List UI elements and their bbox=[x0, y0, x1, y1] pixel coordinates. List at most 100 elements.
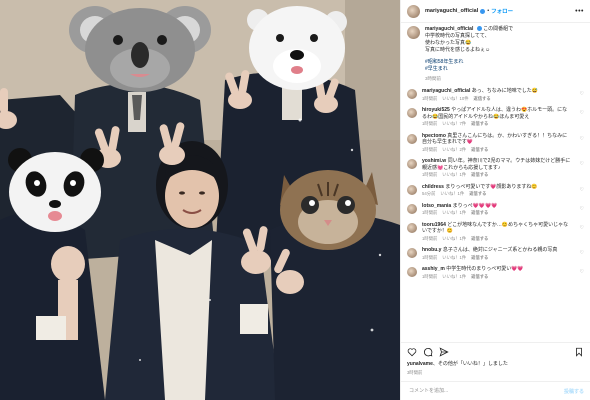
comment-heart-icon[interactable]: ♡ bbox=[580, 107, 584, 116]
comment-row: asshiy_m 中学生時代のまりっぺ可愛い💗💗 1時間前 いいね！1件 返信する ♡ bbox=[407, 266, 584, 280]
comment-row: lotso_mania まりっぺ💗💗💗💗 1時間前 いいね！1件 返信する ♡ bbox=[407, 203, 584, 217]
comment-bubble-icon[interactable] bbox=[423, 347, 433, 357]
avatar[interactable] bbox=[407, 89, 417, 99]
instagram-post-modal: mariyaguchi_official • フォロー ••• mariyagu… bbox=[0, 0, 590, 400]
action-bar bbox=[401, 342, 590, 360]
comment-row: hnobu.y 息子さんは、絶対にジャニーズ系とかわる親の写真 1時間前 いいね！1… bbox=[407, 247, 584, 261]
comment-row: yoshimi.w 同い年。神奈川で2児のママ。ウチは姉妹だけど勝手に親近感💓こ… bbox=[407, 158, 584, 179]
reply-button[interactable]: 返信する bbox=[471, 147, 488, 152]
likes-suffix: 、その他が「いいね！」しました bbox=[432, 361, 508, 367]
avatar[interactable] bbox=[407, 133, 417, 144]
comment-likes[interactable]: いいね！1件 bbox=[440, 191, 464, 196]
comment-text: まりっぺ可愛いです💗顔影ありますね😊 bbox=[445, 183, 538, 190]
comment-text: まりっぺ💗💗💗💗 bbox=[452, 202, 498, 209]
comment-heart-icon[interactable]: ♡ bbox=[580, 222, 584, 231]
paper-plane-icon[interactable] bbox=[439, 346, 449, 357]
caption-line: この間番組で bbox=[483, 26, 514, 32]
reply-button[interactable]: 返信する bbox=[471, 274, 488, 279]
comment-text: あっ、ちなみに地味でした😅 bbox=[471, 88, 538, 94]
comment-heart-icon[interactable]: ♡ bbox=[580, 184, 584, 193]
comment-time: 1時間前 bbox=[422, 172, 438, 177]
comment-text: 息子さんは、絶対にジャニーズ系とかわる親の写真 bbox=[442, 247, 558, 253]
separator-dot: • bbox=[487, 8, 490, 14]
comment-likes[interactable]: いいね！1件 bbox=[442, 255, 466, 260]
reply-button[interactable]: 返信する bbox=[471, 210, 488, 215]
comment-time: 54分前 bbox=[422, 191, 436, 196]
posted-time: 3時間前 bbox=[407, 370, 423, 375]
caption-time: 3時間前 bbox=[425, 76, 442, 81]
comment-likes[interactable]: いいね！1件 bbox=[442, 274, 466, 279]
heart-outline-icon[interactable] bbox=[407, 347, 417, 357]
comment-likes[interactable]: いいね！1件 bbox=[442, 210, 466, 215]
avatar[interactable] bbox=[407, 248, 417, 258]
comment-likes[interactable]: いいね！7件 bbox=[442, 121, 466, 126]
comment-username[interactable]: yoshimi.w bbox=[422, 158, 446, 164]
comment-likes[interactable]: いいね！2件 bbox=[442, 147, 466, 152]
hashtag-link[interactable]: #昭和58年生まれ bbox=[425, 59, 513, 66]
comment-username[interactable]: hnobu.y bbox=[422, 247, 441, 253]
comment-row: hpectomo 真里さんこんにちは。か、かわいすぎる！！ちなみに自分も早生まれ… bbox=[407, 133, 584, 154]
comment-likes[interactable]: いいね！1件 bbox=[442, 172, 466, 177]
comment-row: tooru1964 どこが地味なんですか…😊めちゃくちゃ可愛いじゃないですか！😊… bbox=[407, 222, 584, 243]
verified-badge-icon bbox=[480, 8, 486, 14]
post-header: mariyaguchi_official • フォロー ••• bbox=[401, 0, 590, 23]
bookmark-icon[interactable] bbox=[574, 347, 584, 357]
comment-username[interactable]: tooru1964 bbox=[422, 222, 446, 228]
avatar[interactable] bbox=[407, 159, 417, 169]
comment-time: 1時間前 bbox=[422, 235, 438, 241]
comment-heart-icon[interactable]: ♡ bbox=[580, 203, 584, 212]
comment-heart-icon[interactable]: ♡ bbox=[580, 266, 584, 275]
comment-time: 1時間前 bbox=[422, 210, 438, 215]
comment-heart-icon[interactable]: ♡ bbox=[580, 88, 584, 97]
comment-heart-icon[interactable]: ♡ bbox=[580, 133, 584, 142]
avatar[interactable] bbox=[407, 184, 417, 195]
header-username[interactable]: mariyaguchi_official bbox=[425, 8, 478, 14]
reply-button[interactable]: 返信する bbox=[471, 255, 488, 260]
caption-username[interactable]: mariyaguchi_official bbox=[425, 26, 473, 32]
reply-button[interactable]: 返信する bbox=[469, 191, 486, 196]
avatar[interactable] bbox=[407, 222, 417, 233]
avatar[interactable] bbox=[407, 108, 417, 118]
caption-line: 写真に時代を感じるよねぇ☺︎ bbox=[425, 47, 491, 53]
comment-row: hiroyuki525 やっぱアイドルな人は、違うわ😍ホルモー頭。になるわ😂国民… bbox=[407, 107, 584, 128]
comment-time: 1時間前 bbox=[422, 95, 438, 101]
avatar[interactable] bbox=[407, 4, 420, 18]
hashtag-link[interactable]: #早生まれ bbox=[425, 66, 513, 73]
reply-button[interactable]: 返信する bbox=[471, 172, 488, 177]
caption-line: 使わなかった写真😂 bbox=[425, 40, 472, 46]
comment-time: 1時間前 bbox=[422, 273, 438, 279]
verified-badge-icon bbox=[476, 26, 482, 32]
post-photo[interactable] bbox=[0, 0, 400, 400]
reply-button[interactable]: 返信する bbox=[471, 121, 488, 126]
comment-username[interactable]: mariyaguchi_official bbox=[422, 88, 470, 94]
avatar[interactable] bbox=[407, 203, 417, 214]
post-side-panel: mariyaguchi_official • フォロー ••• mariyagu… bbox=[400, 0, 590, 400]
comment-username[interactable]: asshiy_m bbox=[422, 266, 445, 272]
more-horizontal-icon[interactable]: ••• bbox=[575, 8, 584, 15]
comment-likes[interactable]: いいね！10件 bbox=[442, 96, 468, 101]
comment-username[interactable]: hpectomo bbox=[422, 133, 446, 139]
comment-time: 1時間前 bbox=[422, 121, 438, 126]
reply-button[interactable]: 返信する bbox=[471, 236, 488, 241]
comment-username[interactable]: lotso_mania bbox=[422, 203, 451, 209]
caption-line: 中学校時代の写真探してて、 bbox=[425, 33, 490, 39]
comments-list[interactable]: mariyaguchi_official この間番組で 中学校時代の写真探してて… bbox=[401, 23, 590, 341]
avatar[interactable] bbox=[407, 267, 417, 277]
comment-heart-icon[interactable]: ♡ bbox=[580, 158, 584, 167]
avatar[interactable] bbox=[407, 26, 420, 39]
comment-time: 1時間前 bbox=[422, 254, 438, 260]
comment-input[interactable] bbox=[407, 387, 564, 395]
comment-row: childress まりっぺ可愛いです💗顔影ありますね😊 54分前 いいね！1件 返信… bbox=[407, 184, 584, 198]
post-caption: mariyaguchi_official この間番組で 中学校時代の写真探してて… bbox=[407, 26, 584, 82]
post-comment-button[interactable]: 投稿する bbox=[564, 388, 584, 395]
reply-button[interactable]: 返信する bbox=[474, 96, 491, 101]
comment-username[interactable]: childress bbox=[422, 184, 444, 190]
follow-button[interactable]: フォロー bbox=[491, 7, 513, 15]
comment-row: mariyaguchi_official あっ、ちなみに地味でした😅 1時間前 いい… bbox=[407, 88, 584, 102]
likes-username[interactable]: yunalvame bbox=[407, 361, 433, 367]
comment-heart-icon[interactable]: ♡ bbox=[580, 247, 584, 256]
comment-username[interactable]: hiroyuki525 bbox=[422, 107, 450, 113]
comment-text: 中学生時代のまりっぺ可愛い💗💗 bbox=[446, 266, 524, 272]
comment-likes[interactable]: いいね！1件 bbox=[442, 236, 466, 241]
likes-summary[interactable]: yunalvame、その他が「いいね！」しました bbox=[407, 360, 508, 367]
